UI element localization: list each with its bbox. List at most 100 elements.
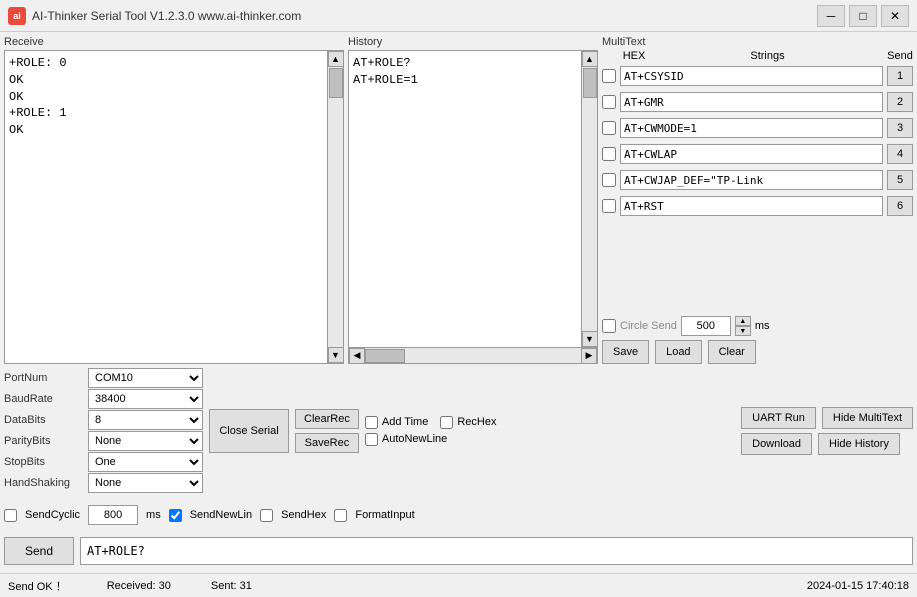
sent-status: Sent: 31 <box>211 580 252 592</box>
history-text: AT+ROLE? AT+ROLE=1 <box>349 51 581 347</box>
title-bar: ai AI-Thinker Serial Tool V1.2.3.0 www.a… <box>0 0 917 32</box>
hide-multitext-button[interactable]: Hide MultiText <box>822 407 913 429</box>
circle-send-checkbox[interactable] <box>602 319 616 333</box>
scroll-down-btn[interactable]: ▼ <box>328 347 344 363</box>
load-button[interactable]: Load <box>655 340 701 364</box>
add-time-row: Add Time RecHex <box>365 416 497 429</box>
download-button[interactable]: Download <box>741 433 812 455</box>
multitext-actions: Save Load Clear <box>602 340 913 364</box>
strings-col-label: Strings <box>652 50 883 62</box>
mt-input-3[interactable] <box>620 118 883 138</box>
handshaking-select[interactable]: None <box>88 473 203 493</box>
top-section: Receive +ROLE: 0 OK OK +ROLE: 1 OK ▲ ▼ H… <box>4 36 913 364</box>
history-h-thumb[interactable] <box>365 349 405 363</box>
right-buttons: UART Run Hide MultiText Download Hide Hi… <box>741 407 913 455</box>
mt-input-4[interactable] <box>620 144 883 164</box>
mt-input-5[interactable] <box>620 170 883 190</box>
maximize-button[interactable]: □ <box>849 5 877 27</box>
stopbits-select[interactable]: One <box>88 452 203 472</box>
multitext-title: MultiText <box>602 36 645 48</box>
databits-select[interactable]: 8 <box>88 410 203 430</box>
scroll-track[interactable] <box>328 67 343 347</box>
sendnewlin-label: SendNewLin <box>190 509 252 521</box>
receive-panel: Receive +ROLE: 0 OK OK +ROLE: 1 OK ▲ ▼ <box>4 36 344 364</box>
clearrec-button[interactable]: ClearRec <box>295 409 359 429</box>
history-scroll-down[interactable]: ▼ <box>582 331 598 347</box>
multitext-row-1: 1 <box>602 64 913 88</box>
middle-row: PortNum COM10 BaudRate 38400 DataBits 8 … <box>4 368 913 493</box>
history-scroll-thumb[interactable] <box>583 68 597 98</box>
spin-up-btn[interactable]: ▲ <box>735 316 751 326</box>
sendcyclic-checkbox[interactable] <box>4 509 17 522</box>
receive-scrollbar[interactable]: ▲ ▼ <box>327 51 343 363</box>
history-scroll-up[interactable]: ▲ <box>582 51 598 67</box>
history-scroll-track[interactable] <box>582 67 597 331</box>
scroll-thumb[interactable] <box>329 68 343 98</box>
mt-hex-cb-3[interactable] <box>602 121 616 135</box>
mt-send-btn-6[interactable]: 6 <box>887 196 913 216</box>
mt-input-1[interactable] <box>620 66 883 86</box>
mt-hex-cb-6[interactable] <box>602 199 616 213</box>
multitext-row-5: 5 <box>602 168 913 192</box>
databits-label: DataBits <box>4 414 84 426</box>
mt-hex-cb-5[interactable] <box>602 173 616 187</box>
add-time-checkbox[interactable] <box>365 416 378 429</box>
mt-send-btn-5[interactable]: 5 <box>887 170 913 190</box>
right-btn-row2: Download Hide History <box>741 433 913 455</box>
spin-down-btn[interactable]: ▼ <box>735 326 751 336</box>
multitext-row-4: 4 <box>602 142 913 166</box>
close-serial-button[interactable]: Close Serial <box>209 409 289 453</box>
paritybits-label: ParityBits <box>4 435 84 447</box>
multitext-col-headers: HEX Strings Send <box>602 50 913 62</box>
formatinput-checkbox[interactable] <box>334 509 347 522</box>
mt-hex-cb-2[interactable] <box>602 95 616 109</box>
clear-button[interactable]: Clear <box>708 340 756 364</box>
history-h-track[interactable] <box>365 348 581 363</box>
uart-run-button[interactable]: UART Run <box>741 407 816 429</box>
rec-options: Add Time RecHex AutoNewLine <box>365 416 497 446</box>
paritybits-select[interactable]: None <box>88 431 203 451</box>
sendcyclic-input[interactable] <box>88 505 138 525</box>
autonewline-row: AutoNewLine <box>365 433 497 446</box>
history-panel: History AT+ROLE? AT+ROLE=1 ▲ ▼ ◀ <box>348 36 598 364</box>
mt-hex-cb-1[interactable] <box>602 69 616 83</box>
history-label: History <box>348 36 598 48</box>
circle-send-label: Circle Send <box>620 320 677 332</box>
portnum-label: PortNum <box>4 372 84 384</box>
mt-input-2[interactable] <box>620 92 883 112</box>
baudrate-select[interactable]: 38400 <box>88 389 203 409</box>
history-scroll-right[interactable]: ▶ <box>581 348 597 364</box>
multitext-panel: MultiText HEX Strings Send 1 2 <box>602 36 913 364</box>
send-button[interactable]: Send <box>4 537 74 565</box>
circle-send-ms: ms <box>755 320 770 332</box>
minimize-button[interactable]: ─ <box>817 5 845 27</box>
history-scroll-left[interactable]: ◀ <box>349 348 365 364</box>
hex-col-label: HEX <box>620 50 648 62</box>
mt-input-6[interactable] <box>620 196 883 216</box>
multitext-rows: 1 2 3 4 <box>602 64 913 312</box>
receive-label: Receive <box>4 36 344 48</box>
circle-send-input[interactable] <box>681 316 731 336</box>
save-button[interactable]: Save <box>602 340 649 364</box>
formatinput-label: FormatInput <box>355 509 414 521</box>
mt-send-btn-3[interactable]: 3 <box>887 118 913 138</box>
multitext-row-3: 3 <box>602 116 913 140</box>
stopbits-label: StopBits <box>4 456 84 468</box>
mt-send-btn-1[interactable]: 1 <box>887 66 913 86</box>
rechex-label: RecHex <box>457 416 496 428</box>
sendhex-checkbox[interactable] <box>260 509 273 522</box>
scroll-up-btn[interactable]: ▲ <box>328 51 344 67</box>
mt-hex-cb-4[interactable] <box>602 147 616 161</box>
portnum-select[interactable]: COM10 <box>88 368 203 388</box>
history-scrollbar-v[interactable]: ▲ ▼ <box>581 51 597 347</box>
send-input[interactable] <box>80 537 913 565</box>
mt-send-btn-2[interactable]: 2 <box>887 92 913 112</box>
mt-send-btn-4[interactable]: 4 <box>887 144 913 164</box>
sendnewlin-checkbox[interactable] <box>169 509 182 522</box>
saverec-button[interactable]: SaveRec <box>295 433 359 453</box>
hide-history-button[interactable]: Hide History <box>818 433 900 455</box>
history-scrollbar-h[interactable]: ◀ ▶ <box>349 347 597 363</box>
close-button[interactable]: ✕ <box>881 5 909 27</box>
autonewline-checkbox[interactable] <box>365 433 378 446</box>
rechex-checkbox[interactable] <box>440 416 453 429</box>
